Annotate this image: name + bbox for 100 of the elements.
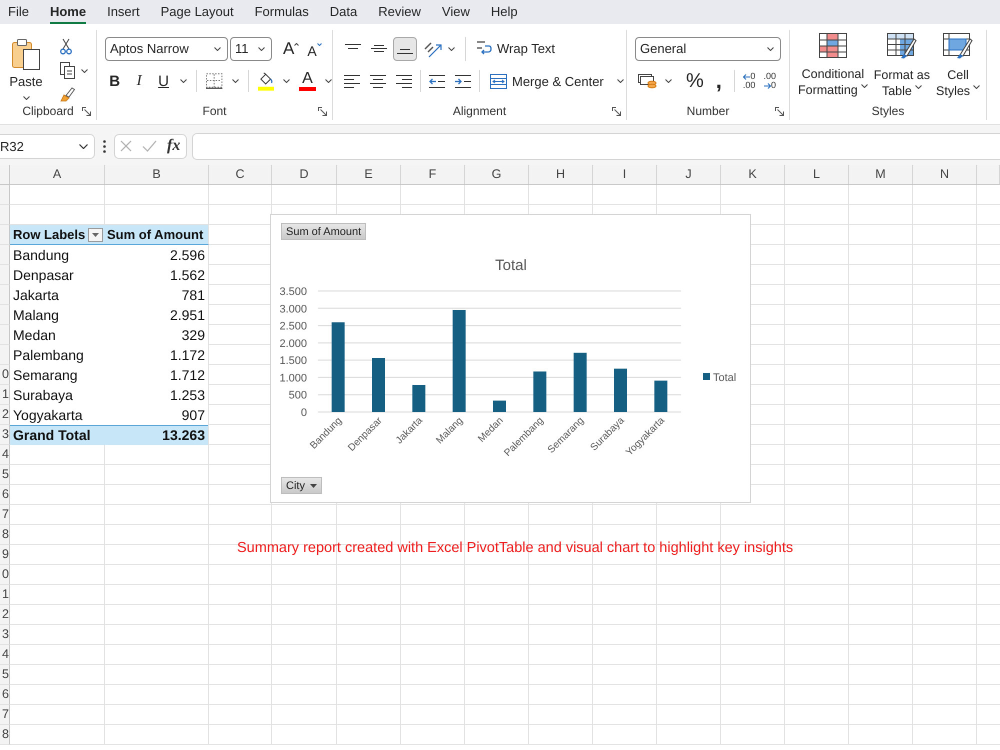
grow-font-button[interactable]: A <box>280 38 302 60</box>
menu-tab[interactable]: File <box>8 2 29 24</box>
money-icon[interactable] <box>638 73 657 89</box>
scissors-icon[interactable] <box>60 38 72 55</box>
caret-down-icon[interactable] <box>616 79 624 83</box>
column-header[interactable]: M <box>849 165 913 184</box>
comma-style-button[interactable]: , <box>712 70 726 92</box>
menu-tab[interactable]: Help <box>490 2 518 24</box>
paste-button[interactable]: Paste <box>6 36 46 102</box>
column-header[interactable]: E <box>337 165 401 184</box>
cell-style-button[interactable]: Cell Styles <box>936 33 980 102</box>
axis-tick-label: 2.500 <box>279 320 307 333</box>
column-header[interactable]: L <box>785 165 849 184</box>
row-header[interactable]: 9 <box>0 545 10 565</box>
conditional-style-button[interactable]: Conditional Formatting <box>798 33 868 102</box>
column-header[interactable]: C <box>209 165 272 184</box>
column-header[interactable]: K <box>721 165 785 184</box>
percent-style-button[interactable]: % <box>686 70 704 92</box>
menu-tab[interactable]: Insert <box>107 2 140 24</box>
number-format-dropdown[interactable]: General <box>635 36 781 60</box>
dialog-launcher-icon[interactable] <box>82 106 91 116</box>
column-label: Row Labels <box>13 226 86 244</box>
caret-down-icon[interactable] <box>325 79 332 83</box>
copy-icon[interactable] <box>60 62 75 79</box>
caret-down-icon[interactable] <box>283 79 290 83</box>
align-bottom-button[interactable] <box>393 36 417 60</box>
bar <box>493 400 506 412</box>
filter-button[interactable] <box>88 228 103 242</box>
caret-down-icon[interactable] <box>180 79 188 83</box>
decrease-decimal-button[interactable]: .00 0 <box>763 72 776 90</box>
paint-bucket-icon[interactable] <box>258 72 274 90</box>
row-header[interactable]: 8 <box>0 725 10 745</box>
row-header[interactable]: 3 <box>0 425 10 445</box>
row-header[interactable]: 1 <box>0 385 10 405</box>
italic-button[interactable]: I <box>131 72 147 90</box>
angled-text-icon[interactable] <box>423 40 443 58</box>
column-header[interactable]: G <box>465 165 529 184</box>
row-header[interactable]: 6 <box>0 685 10 705</box>
row-header[interactable]: 0 <box>0 565 10 585</box>
dialog-launcher-icon[interactable] <box>775 106 784 116</box>
menu-tab[interactable]: Data <box>330 2 358 24</box>
align-right-icon[interactable] <box>396 74 412 88</box>
name-box[interactable]: R32 <box>0 134 95 158</box>
row-header[interactable]: 4 <box>0 445 10 465</box>
column-header[interactable]: B <box>105 165 209 184</box>
menu-tab[interactable]: Review <box>378 2 421 24</box>
column-header[interactable]: H <box>529 165 593 184</box>
align-top-icon <box>345 44 361 48</box>
caret-down-icon[interactable] <box>81 68 88 72</box>
row-header[interactable]: 5 <box>0 665 10 685</box>
field-filter-button[interactable]: City <box>281 477 322 494</box>
caret-down-icon[interactable] <box>448 46 455 50</box>
underline-button[interactable]: U <box>156 72 172 90</box>
bold-button[interactable]: B <box>107 72 122 90</box>
align-center-icon[interactable] <box>370 74 386 88</box>
column-header[interactable]: J <box>657 165 721 184</box>
menu-tab[interactable]: Formulas <box>254 2 309 24</box>
merge-center-button[interactable]: Merge & Center <box>490 74 604 88</box>
table-style-button[interactable]: Format as Table <box>874 33 930 102</box>
row-header[interactable]: 7 <box>0 505 10 525</box>
paintbrush-icon[interactable] <box>60 86 76 102</box>
group-label: Alignment <box>452 104 506 118</box>
increase-indent-icon[interactable] <box>455 74 471 88</box>
checkmark-icon[interactable] <box>142 140 157 152</box>
column-header[interactable]: N <box>913 165 977 184</box>
row-header[interactable]: 8 <box>0 525 10 545</box>
caret-down-icon[interactable] <box>232 79 239 83</box>
font-size-dropdown[interactable]: 11 <box>230 36 272 60</box>
row-header[interactable]: 2 <box>0 605 10 625</box>
align-left-icon[interactable] <box>344 74 360 88</box>
field-button[interactable]: Sum of Amount <box>281 223 366 240</box>
row-header[interactable]: 3 <box>0 625 10 645</box>
borders-icon[interactable] <box>206 73 223 89</box>
increase-decimal-button[interactable]: 0 .00 <box>742 72 756 90</box>
formula-input[interactable] <box>192 132 1000 160</box>
dialog-launcher-icon[interactable] <box>612 106 621 116</box>
font-color-button[interactable]: A <box>299 71 316 91</box>
column-header[interactable]: I <box>593 165 657 184</box>
insert-function-button[interactable]: fx <box>167 137 180 155</box>
font-name-dropdown[interactable]: Aptos Narrow <box>105 36 228 60</box>
row-header[interactable]: 6 <box>0 485 10 505</box>
row-header[interactable]: 1 <box>0 585 10 605</box>
row-header[interactable]: 7 <box>0 705 10 725</box>
menu-tab[interactable]: Page Layout <box>160 2 234 24</box>
dialog-launcher-icon[interactable] <box>318 106 327 116</box>
caret-down-icon <box>214 46 221 50</box>
caret-down-icon[interactable] <box>665 79 672 83</box>
row-header[interactable]: 2 <box>0 405 10 425</box>
column-header[interactable]: F <box>401 165 465 184</box>
shrink-font-button[interactable]: A <box>304 38 325 60</box>
column-header[interactable]: D <box>272 165 337 184</box>
more-options-icon[interactable] <box>103 140 106 152</box>
row-header[interactable]: 5 <box>0 465 10 485</box>
row-header[interactable]: 4 <box>0 645 10 665</box>
column-header[interactable]: A <box>10 165 105 184</box>
menu-tab[interactable]: View <box>442 2 470 24</box>
axis-tick-label: 3.000 <box>279 303 307 316</box>
decrease-indent-icon[interactable] <box>429 74 445 88</box>
wrap-text-button[interactable]: Wrap Text <box>476 40 556 57</box>
row-header[interactable]: 0 <box>0 365 10 385</box>
